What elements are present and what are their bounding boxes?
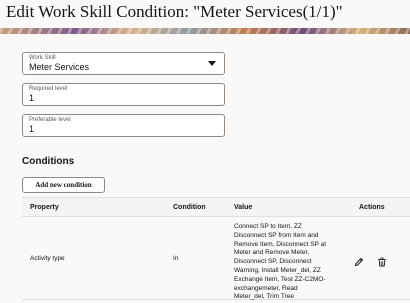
- decorative-banner: [0, 28, 410, 34]
- conditions-heading: Conditions: [22, 156, 75, 167]
- row-condition: In: [173, 255, 179, 262]
- preferable-level-label: Preferable level: [29, 117, 71, 123]
- trash-icon[interactable]: [377, 254, 387, 267]
- row-property: Activity type: [30, 255, 65, 262]
- work-skill-value: Meter Services: [29, 62, 90, 72]
- work-skill-label: Work Skill: [29, 55, 56, 61]
- page-title: Edit Work Skill Condition: "Meter Servic…: [6, 2, 343, 21]
- column-header-value: Value: [234, 204, 253, 211]
- required-level-value: 1: [29, 93, 35, 103]
- table-row: Activity type In Connect SP to Item, ZZ …: [22, 217, 410, 300]
- work-skill-select[interactable]: Work Skill Meter Services: [22, 52, 225, 75]
- row-value: Connect SP to Item, ZZ Disconnect SP fro…: [234, 223, 327, 301]
- preferable-level-value: 1: [29, 124, 35, 134]
- column-header-property: Property: [30, 204, 59, 211]
- column-header-actions: Actions: [359, 204, 385, 211]
- add-new-condition-button[interactable]: Add new condition: [22, 177, 105, 193]
- required-level-label: Required level: [29, 86, 68, 92]
- preferable-level-field[interactable]: Preferable level 1: [22, 114, 225, 137]
- pencil-icon[interactable]: [354, 254, 364, 267]
- required-level-field[interactable]: Required level 1: [22, 83, 225, 106]
- conditions-table-header: Property Condition Value Actions: [22, 197, 410, 217]
- column-header-condition: Condition: [173, 204, 206, 211]
- chevron-down-icon[interactable]: [208, 61, 216, 66]
